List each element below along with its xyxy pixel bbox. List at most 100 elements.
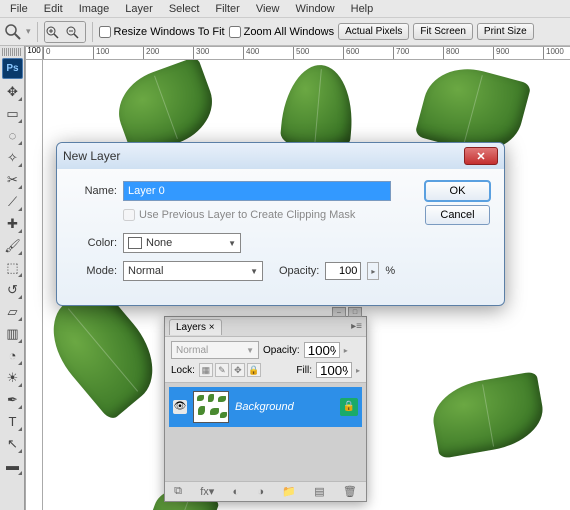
path-tool-icon[interactable]: ↖ <box>2 433 23 454</box>
lock-position-icon[interactable]: ✥ <box>231 363 245 377</box>
menu-layer[interactable]: Layer <box>117 1 161 17</box>
history-brush-tool-icon[interactable]: ↺ <box>2 279 23 300</box>
move-tool-icon[interactable]: ✥ <box>2 81 23 102</box>
zoom-all-label: Zoom All Windows <box>244 26 334 38</box>
color-label: Color: <box>71 237 117 249</box>
layer-row[interactable]: 👁 Background 🔒 <box>169 387 362 427</box>
visibility-toggle-icon[interactable]: 👁 <box>173 400 187 414</box>
fit-screen-button[interactable]: Fit Screen <box>413 23 473 40</box>
gradient-tool-icon[interactable]: ▥ <box>2 323 23 344</box>
menu-filter[interactable]: Filter <box>207 1 247 17</box>
name-label: Name: <box>71 185 117 197</box>
eraser-tool-icon[interactable]: ▱ <box>2 301 23 322</box>
menu-help[interactable]: Help <box>343 1 382 17</box>
percent-label: % <box>385 265 395 277</box>
layer-name-input[interactable] <box>123 181 391 201</box>
pen-tool-icon[interactable]: ✒ <box>2 389 23 410</box>
menu-select[interactable]: Select <box>161 1 208 17</box>
lock-transparency-icon[interactable]: ▦ <box>199 363 213 377</box>
adjustment-layer-icon[interactable]: ◑ <box>257 486 264 498</box>
zoom-all-checkbox[interactable]: Zoom All Windows <box>229 26 334 38</box>
menu-bar: File Edit Image Layer Select Filter View… <box>0 0 570 18</box>
lock-label: Lock: <box>171 365 195 376</box>
layer-list: 👁 Background 🔒 <box>165 383 366 481</box>
menu-image[interactable]: Image <box>71 1 118 17</box>
new-layer-dialog: New Layer ✕ Name: OK Use Previous Layer … <box>56 142 505 306</box>
layer-fill-input[interactable] <box>316 362 352 378</box>
ruler-origin: 100 <box>25 46 43 60</box>
dodge-tool-icon[interactable]: ☀ <box>2 367 23 388</box>
resize-windows-label: Resize Windows To Fit <box>114 26 225 38</box>
slice-tool-icon[interactable]: ⟋ <box>2 191 23 212</box>
lock-buttons: ▦ ✎ ✥ 🔒 <box>199 363 261 377</box>
layers-tab[interactable]: Layers × <box>169 319 222 335</box>
cancel-button[interactable]: Cancel <box>425 205 490 225</box>
layer-thumbnail[interactable] <box>193 391 229 423</box>
blend-mode-dropdown[interactable]: Normal▼ <box>171 341 259 359</box>
layer-opacity-input[interactable] <box>304 342 340 358</box>
panel-minimize-icon[interactable]: – <box>332 307 346 317</box>
brush-tool-icon[interactable]: 🖌 <box>2 235 23 256</box>
blur-tool-icon[interactable]: ◔ <box>2 345 23 366</box>
clipping-mask-label: Use Previous Layer to Create Clipping Ma… <box>139 209 355 221</box>
none-swatch-icon <box>128 237 142 249</box>
horizontal-ruler: 0100200300400500600700800900100011001200… <box>43 46 570 60</box>
mode-dropdown[interactable]: Normal <box>123 261 263 281</box>
wand-tool-icon[interactable]: ✧ <box>2 147 23 168</box>
type-tool-icon[interactable]: T <box>2 411 23 432</box>
color-dropdown[interactable]: None <box>123 233 241 253</box>
group-icon[interactable]: 📁 <box>282 485 296 498</box>
panel-close-icon[interactable]: □ <box>348 307 362 317</box>
dialog-titlebar[interactable]: New Layer ✕ <box>57 143 504 169</box>
stamp-tool-icon[interactable]: ⬚ <box>2 257 23 278</box>
zoom-out-button[interactable] <box>65 22 85 42</box>
clipping-mask-checkbox <box>123 209 135 221</box>
toolbox: Ps ✥ ▭ ◌ ✧ ✂ ⟋ ✚ 🖌 ⬚ ↺ ▱ ▥ ◔ ☀ ✒ T ↖ ▬ <box>0 46 25 510</box>
marquee-tool-icon[interactable]: ▭ <box>2 103 23 124</box>
layer-mask-icon[interactable]: ◐ <box>233 486 240 498</box>
lock-all-icon[interactable]: 🔒 <box>247 363 261 377</box>
delete-layer-icon[interactable]: 🗑 <box>343 485 357 498</box>
opacity-flyout-icon[interactable]: ▸ <box>344 346 348 355</box>
menu-file[interactable]: File <box>2 1 36 17</box>
menu-edit[interactable]: Edit <box>36 1 71 17</box>
actual-pixels-button[interactable]: Actual Pixels <box>338 23 409 40</box>
mode-value: Normal <box>128 265 163 277</box>
lock-pixels-icon[interactable]: ✎ <box>215 363 229 377</box>
options-bar: ▾ Resize Windows To Fit Zoom All Windows… <box>0 18 570 46</box>
mode-label: Mode: <box>71 265 117 277</box>
zoom-buttons <box>44 21 86 43</box>
ok-button[interactable]: OK <box>425 181 490 201</box>
link-layers-icon[interactable]: ⧉ <box>174 485 182 498</box>
vertical-ruler <box>25 60 43 510</box>
menu-window[interactable]: Window <box>288 1 343 17</box>
opacity-label: Opacity: <box>279 265 319 277</box>
photoshop-logo-icon[interactable]: Ps <box>2 58 23 79</box>
opacity-label: Opacity: <box>263 345 300 356</box>
layer-fx-icon[interactable]: fx▾ <box>200 485 214 498</box>
fill-flyout-icon[interactable]: ▸ <box>356 366 360 375</box>
shape-tool-icon[interactable]: ▬ <box>2 455 23 476</box>
dialog-title: New Layer <box>63 149 120 163</box>
menu-view[interactable]: View <box>248 1 288 17</box>
heal-tool-icon[interactable]: ✚ <box>2 213 23 234</box>
layers-footer: ⧉ fx▾ ◐ ◑ 📁 ▤ 🗑 <box>165 481 366 501</box>
crop-tool-icon[interactable]: ✂ <box>2 169 23 190</box>
layer-name[interactable]: Background <box>235 401 334 413</box>
fill-label: Fill: <box>296 365 312 376</box>
lasso-tool-icon[interactable]: ◌ <box>2 125 23 146</box>
opacity-slider-icon[interactable]: ▸ <box>367 262 379 280</box>
zoom-in-button[interactable] <box>45 22 65 42</box>
panel-menu-icon[interactable]: ▸≡ <box>351 321 362 332</box>
close-button[interactable]: ✕ <box>464 147 498 165</box>
zoom-tool-icon[interactable] <box>4 23 22 41</box>
resize-windows-checkbox[interactable]: Resize Windows To Fit <box>99 26 225 38</box>
layers-panel: – □ Layers × ▸≡ Normal▼ Opacity: ▸ Lock:… <box>164 316 367 502</box>
layer-locked-icon[interactable]: 🔒 <box>340 398 358 416</box>
toolbox-grip[interactable] <box>2 48 22 56</box>
color-value: None <box>146 237 172 249</box>
panel-window-controls: – □ <box>332 307 362 317</box>
opacity-input[interactable] <box>325 262 361 280</box>
new-layer-icon[interactable]: ▤ <box>314 485 324 498</box>
print-size-button[interactable]: Print Size <box>477 23 534 40</box>
